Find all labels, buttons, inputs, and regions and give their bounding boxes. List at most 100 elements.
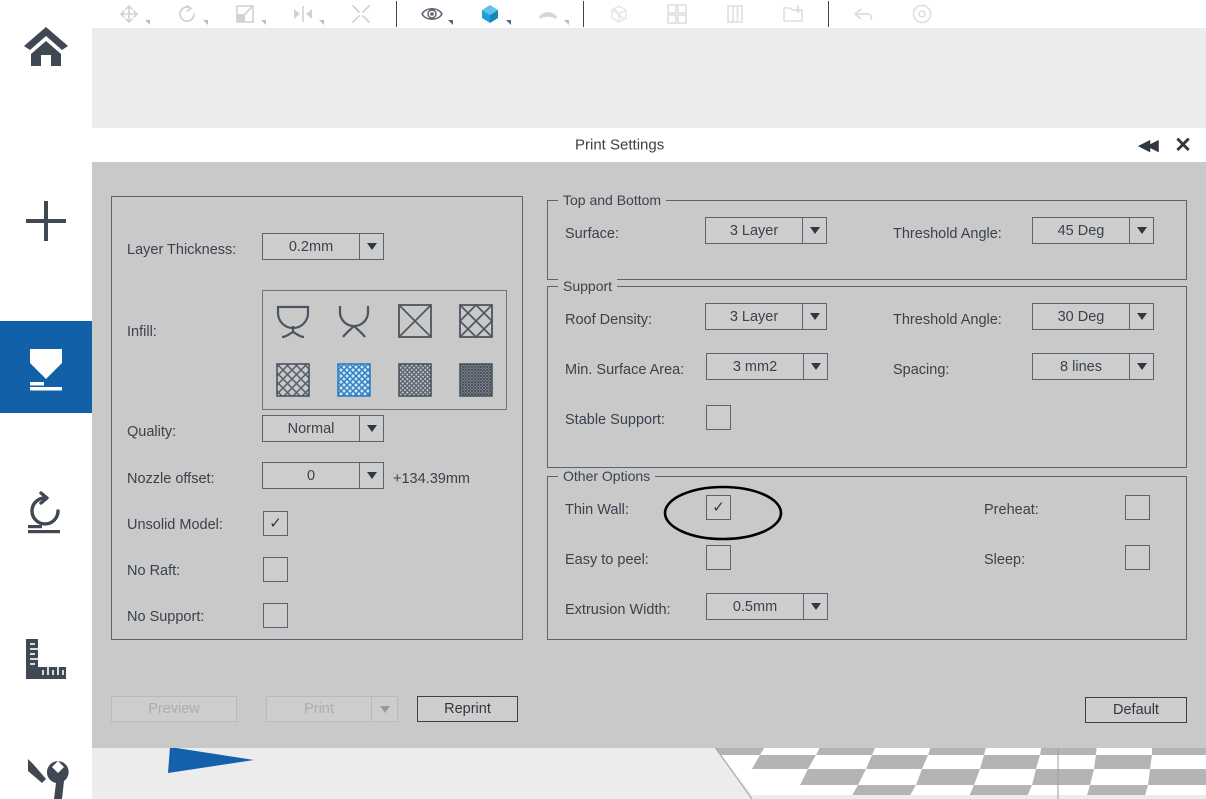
shrink-tool-button[interactable] bbox=[332, 0, 390, 28]
export-button[interactable] bbox=[764, 0, 822, 28]
rotate-icon bbox=[28, 491, 60, 534]
layer-thickness-value: 0.2mm bbox=[288, 238, 334, 255]
unsolid-model-checkbox[interactable]: ✓ bbox=[263, 511, 288, 536]
default-button[interactable]: Default bbox=[1085, 697, 1187, 723]
chevron-down-icon[interactable] bbox=[1129, 354, 1153, 379]
preheat-checkbox[interactable]: ✓ bbox=[1125, 495, 1150, 520]
top-toolbar bbox=[92, 0, 1206, 28]
close-icon[interactable]: ✕ bbox=[1170, 132, 1196, 158]
check-icon: ✓ bbox=[712, 499, 725, 516]
support-threshold-angle-combo[interactable]: 30 Deg bbox=[1032, 303, 1154, 330]
quality-combo[interactable]: Normal bbox=[262, 415, 384, 442]
move-tool-button[interactable] bbox=[100, 0, 158, 28]
easy-to-peel-checkbox[interactable]: ✓ bbox=[706, 545, 731, 570]
wrench-screwdriver-icon bbox=[28, 759, 69, 799]
sidebar-item-home[interactable] bbox=[0, 0, 92, 92]
infill-hatch-low-icon bbox=[276, 362, 311, 397]
reset-view-button[interactable] bbox=[893, 0, 951, 28]
print-dropdown-button[interactable] bbox=[372, 696, 398, 722]
collapse-button[interactable]: ◀◀ bbox=[1134, 132, 1160, 158]
sidebar-item-tools[interactable] bbox=[0, 759, 92, 799]
basic-settings-panel: Layer Thickness: 0.2mm Infill: Quality: … bbox=[111, 196, 523, 640]
no-support-checkbox[interactable]: ✓ bbox=[263, 603, 288, 628]
print-button[interactable]: Print bbox=[266, 696, 372, 722]
stable-support-checkbox[interactable]: ✓ bbox=[706, 405, 731, 430]
tb-threshold-angle-value: 45 Deg bbox=[1057, 222, 1105, 239]
nozzle-offset-label: Nozzle offset: bbox=[127, 471, 215, 487]
infill-option-hatch-low[interactable] bbox=[269, 357, 317, 403]
support-group: Support Roof Density: 3 Layer Threshold … bbox=[547, 278, 1187, 468]
sidebar-item-rotate[interactable] bbox=[0, 467, 92, 559]
preview-button[interactable]: Preview bbox=[111, 696, 237, 722]
chevron-down-icon[interactable] bbox=[803, 354, 827, 379]
solid-view-button[interactable] bbox=[461, 0, 519, 28]
infill-option-split-goblet[interactable] bbox=[330, 298, 378, 344]
rotate-tool-button[interactable] bbox=[158, 0, 216, 28]
extrusion-width-value: 0.5mm bbox=[732, 598, 778, 615]
nozzle-offset-value: 0 bbox=[306, 467, 316, 484]
chevron-down-icon bbox=[145, 20, 150, 25]
wire-cube-icon bbox=[611, 5, 627, 23]
min-surface-area-combo[interactable]: 3 mm2 bbox=[706, 353, 828, 380]
sleep-label: Sleep: bbox=[984, 552, 1026, 568]
infill-split-goblet-icon bbox=[339, 305, 370, 338]
print-extrude-icon bbox=[30, 349, 62, 391]
infill-option-hatch-medium[interactable] bbox=[330, 357, 378, 403]
chevron-down-icon[interactable] bbox=[359, 234, 383, 259]
chevron-down-icon[interactable] bbox=[802, 304, 826, 329]
no-raft-checkbox[interactable]: ✓ bbox=[263, 557, 288, 582]
dialog-body: Layer Thickness: 0.2mm Infill: Quality: … bbox=[92, 162, 1206, 748]
view-eye-button[interactable] bbox=[403, 0, 461, 28]
move-arrows-icon bbox=[119, 4, 139, 24]
cube-icon bbox=[482, 5, 498, 23]
chevron-down-icon[interactable] bbox=[359, 463, 383, 488]
infill-diamond-lattice-icon bbox=[458, 303, 493, 338]
eye-icon bbox=[421, 8, 443, 20]
plus-icon bbox=[26, 201, 66, 241]
perspective-view-button[interactable] bbox=[590, 0, 648, 28]
thin-wall-checkbox[interactable]: ✓ bbox=[706, 495, 731, 520]
infill-option-cross-square[interactable] bbox=[391, 298, 439, 344]
toolbar-separator bbox=[828, 1, 829, 27]
chevron-down-icon[interactable] bbox=[359, 416, 383, 441]
infill-selector bbox=[262, 290, 507, 410]
scale-tool-button[interactable] bbox=[216, 0, 274, 28]
other-options-legend: Other Options bbox=[558, 468, 656, 484]
sidebar-item-measure[interactable] bbox=[0, 613, 92, 705]
shell-view-button[interactable] bbox=[519, 0, 577, 28]
mirror-tool-button[interactable] bbox=[274, 0, 332, 28]
roof-density-combo[interactable]: 3 Layer bbox=[705, 303, 827, 330]
left-sidebar bbox=[0, 0, 110, 799]
surface-combo[interactable]: 3 Layer bbox=[705, 217, 827, 244]
stable-support-label: Stable Support: bbox=[565, 412, 665, 428]
nozzle-offset-suffix: +134.39mm bbox=[393, 471, 470, 487]
spacing-combo[interactable]: 8 lines bbox=[1032, 353, 1154, 380]
home-icon bbox=[24, 27, 68, 66]
infill-option-hatch-solid[interactable] bbox=[452, 357, 500, 403]
toolbar-separator bbox=[583, 1, 584, 27]
infill-option-diamond-lattice[interactable] bbox=[452, 298, 500, 344]
infill-option-goblet[interactable] bbox=[269, 298, 317, 344]
easy-to-peel-label: Easy to peel: bbox=[565, 552, 649, 568]
reprint-button[interactable]: Reprint bbox=[417, 696, 518, 722]
chevron-down-icon bbox=[261, 20, 266, 25]
column-view-button[interactable] bbox=[706, 0, 764, 28]
thin-wall-label: Thin Wall: bbox=[565, 502, 629, 518]
no-raft-label: No Raft: bbox=[127, 563, 181, 579]
layer-thickness-combo[interactable]: 0.2mm bbox=[262, 233, 384, 260]
extrusion-width-combo[interactable]: 0.5mm bbox=[706, 593, 828, 620]
chevron-down-icon[interactable] bbox=[1129, 304, 1153, 329]
sleep-checkbox[interactable]: ✓ bbox=[1125, 545, 1150, 570]
sidebar-item-add[interactable] bbox=[0, 175, 92, 267]
chevron-down-icon[interactable] bbox=[802, 218, 826, 243]
chevron-down-icon[interactable] bbox=[1129, 218, 1153, 243]
mirror-icon bbox=[294, 6, 312, 22]
rotate-arrow-icon bbox=[179, 5, 195, 22]
grid-view-button[interactable] bbox=[648, 0, 706, 28]
undo-button[interactable] bbox=[835, 0, 893, 28]
infill-option-hatch-high[interactable] bbox=[391, 357, 439, 403]
chevron-down-icon[interactable] bbox=[803, 594, 827, 619]
sidebar-item-print[interactable] bbox=[0, 321, 110, 413]
nozzle-offset-combo[interactable]: 0 bbox=[262, 462, 384, 489]
tb-threshold-angle-combo[interactable]: 45 Deg bbox=[1032, 217, 1154, 244]
